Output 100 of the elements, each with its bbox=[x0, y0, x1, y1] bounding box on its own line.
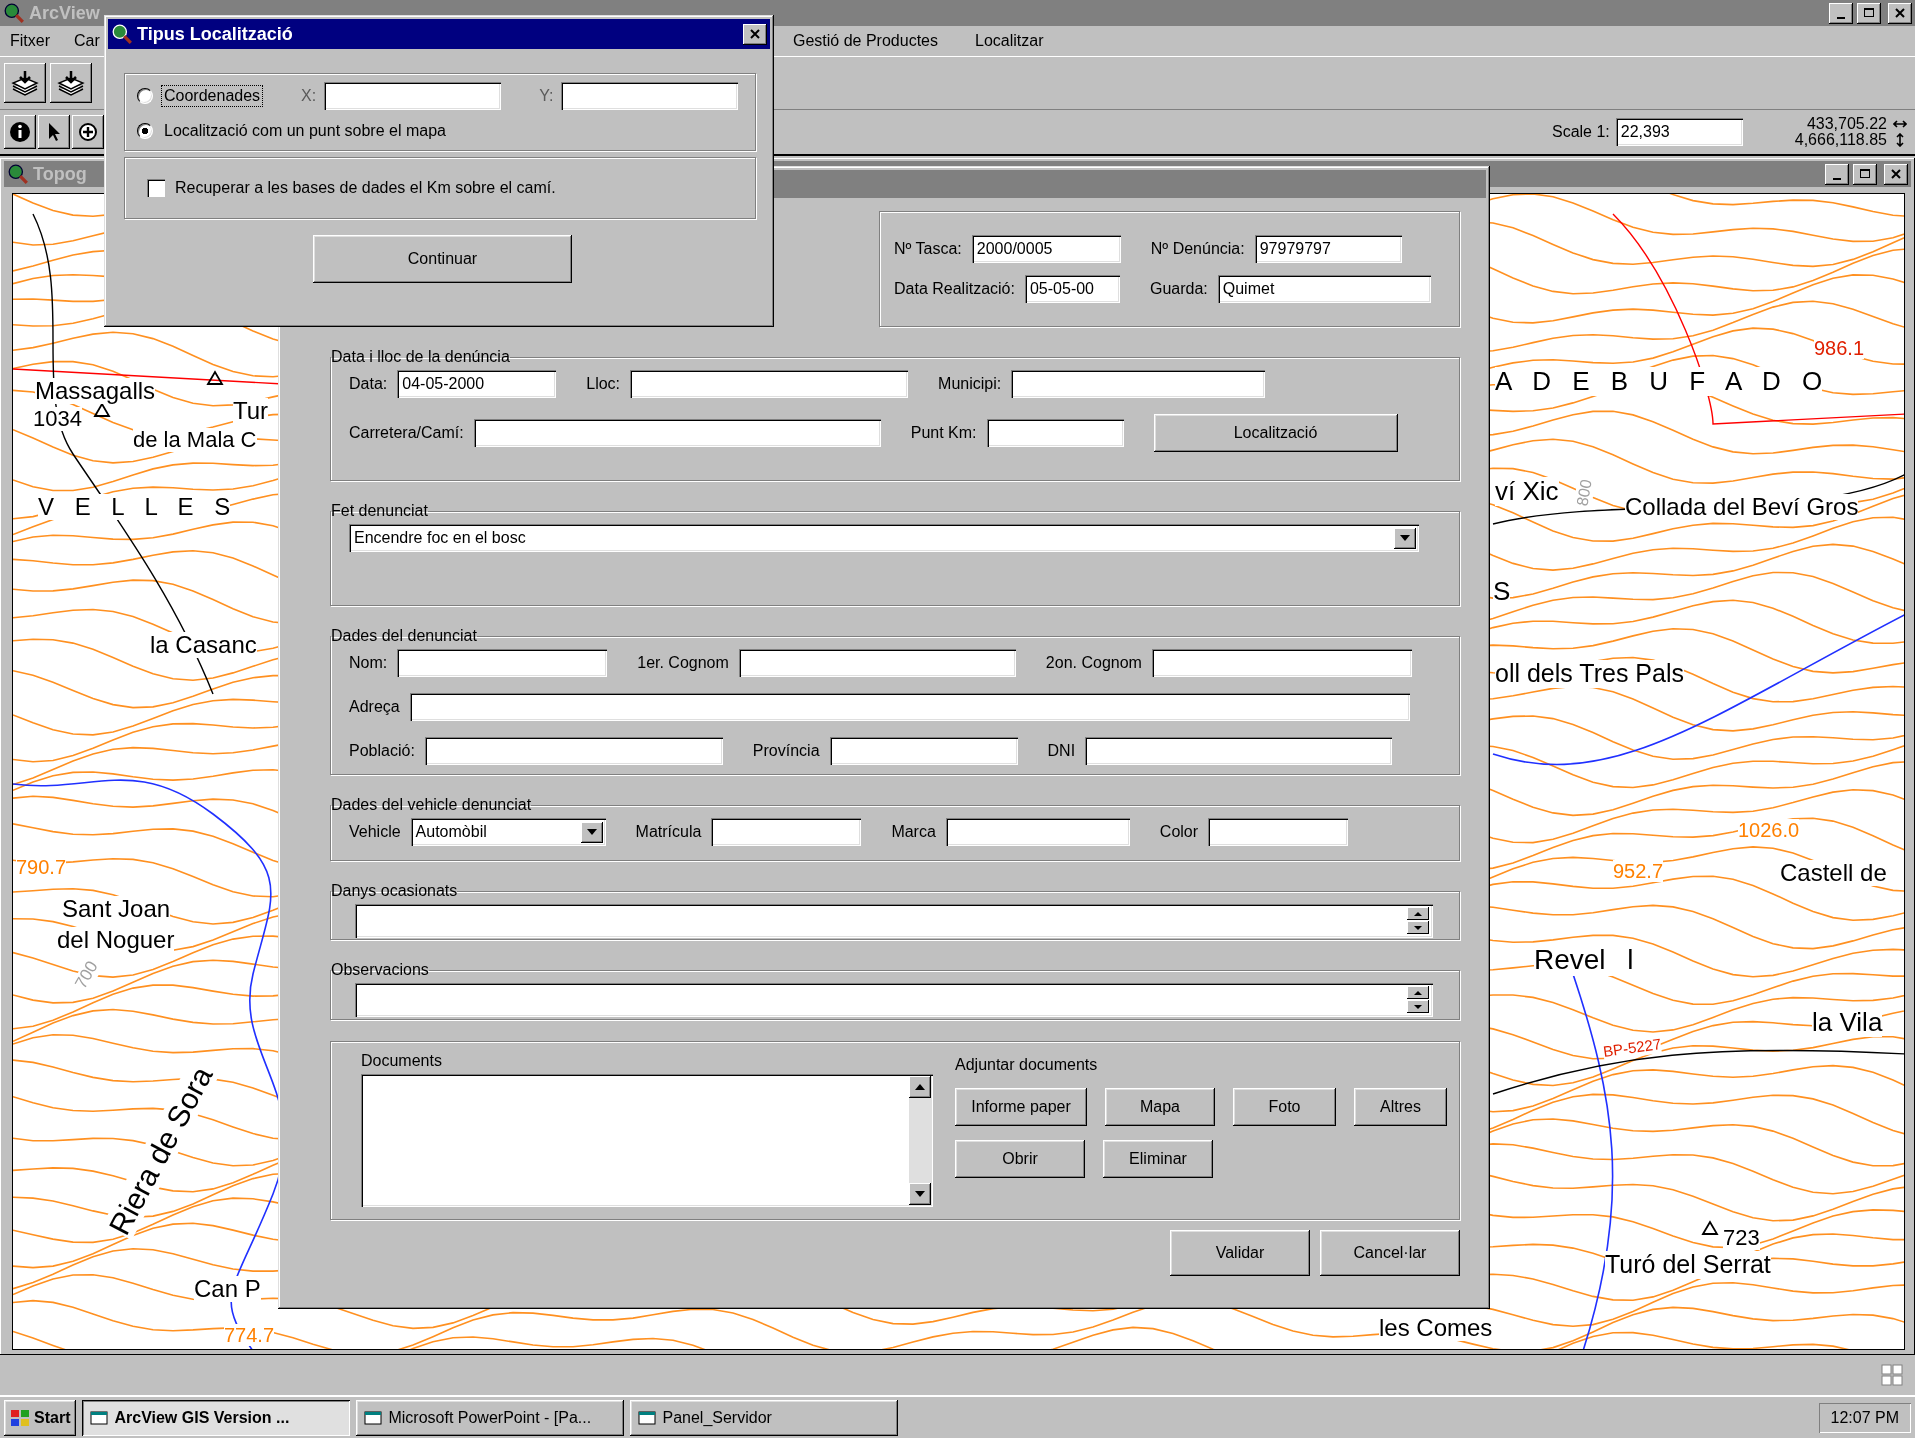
field-label: X: bbox=[301, 87, 317, 105]
text-field[interactable]: 2000/0005 bbox=[971, 235, 1121, 263]
button[interactable]: Eliminar bbox=[1103, 1140, 1213, 1178]
windows-flag-icon bbox=[10, 1408, 30, 1427]
field-label: Lloc: bbox=[586, 375, 621, 393]
map-label: la Casanc bbox=[150, 632, 257, 659]
text-field[interactable] bbox=[561, 82, 739, 110]
text-area[interactable] bbox=[355, 983, 1433, 1017]
map-label: Tur bbox=[233, 398, 269, 425]
dropdown[interactable]: Automòbil bbox=[410, 818, 606, 846]
text-field[interactable]: 04-05-2000 bbox=[397, 370, 557, 398]
text-field[interactable]: 05-05-00 bbox=[1024, 275, 1120, 303]
scrollbar[interactable] bbox=[909, 1076, 931, 1205]
radio-button[interactable] bbox=[137, 123, 153, 139]
document-list[interactable] bbox=[361, 1074, 933, 1207]
close-button[interactable] bbox=[743, 23, 767, 45]
scale-field[interactable]: 22,393 bbox=[1615, 118, 1743, 146]
text-field[interactable] bbox=[1011, 370, 1266, 398]
tool-button[interactable] bbox=[50, 63, 92, 103]
window-title: Tipus Localització bbox=[137, 23, 293, 45]
button[interactable]: Mapa bbox=[1105, 1088, 1215, 1126]
text-field[interactable] bbox=[1085, 737, 1393, 765]
button[interactable]: Altres bbox=[1354, 1088, 1447, 1126]
scroll-down-icon bbox=[909, 1183, 931, 1205]
group-title: Data i lloc de la denúncia bbox=[331, 348, 510, 366]
taskbar-button[interactable]: Panel_Servidor bbox=[630, 1399, 899, 1436]
text-field[interactable] bbox=[324, 82, 502, 110]
field-label: Adreça bbox=[349, 698, 400, 716]
spin-up-icon bbox=[1407, 986, 1429, 999]
button[interactable]: Informe paper bbox=[955, 1088, 1087, 1126]
list-label: Documents bbox=[361, 1052, 443, 1070]
menu-item[interactable]: Localitzar bbox=[975, 32, 1044, 50]
field-label: Data: bbox=[349, 375, 388, 393]
button[interactable]: Validar bbox=[1170, 1230, 1310, 1276]
field-label: Municipi: bbox=[938, 375, 1002, 393]
globe-magnifier-icon bbox=[3, 2, 25, 24]
map-label: 1034 bbox=[33, 407, 82, 432]
field-label: Matrícula bbox=[635, 823, 702, 841]
button[interactable]: Localització bbox=[1153, 414, 1398, 452]
y-coordinate: 4,666,118.85 bbox=[1794, 132, 1887, 148]
tool-button[interactable] bbox=[4, 115, 36, 149]
taskbar-button[interactable]: Microsoft PowerPoint - [Pa... bbox=[356, 1399, 625, 1436]
zoom-in-icon bbox=[76, 120, 100, 144]
menu-item[interactable]: Gestió de Productes bbox=[793, 32, 938, 50]
spin-down-icon bbox=[1407, 921, 1429, 934]
text-field[interactable] bbox=[738, 649, 1016, 677]
text-field[interactable]: Quimet bbox=[1217, 275, 1431, 303]
text-field[interactable] bbox=[711, 818, 862, 846]
text-area[interactable] bbox=[355, 904, 1433, 938]
button[interactable]: Obrir bbox=[955, 1140, 1085, 1178]
tool-button[interactable] bbox=[4, 63, 46, 103]
text-field[interactable] bbox=[829, 737, 1018, 765]
text-field[interactable] bbox=[986, 419, 1124, 447]
start-button[interactable]: Start bbox=[4, 1399, 77, 1436]
map-label: Can P bbox=[194, 1276, 261, 1303]
text-field[interactable] bbox=[945, 818, 1130, 846]
radio-label[interactable]: Coordenades bbox=[161, 85, 264, 107]
map-label: Castell de bbox=[1780, 860, 1887, 887]
group-title: Fet denunciat bbox=[331, 502, 428, 520]
maximize-icon bbox=[1859, 168, 1871, 180]
layers-down-arrow-icon bbox=[56, 70, 86, 96]
map-label: A D E B U F A D O bbox=[1495, 367, 1823, 396]
maximize-icon bbox=[1863, 7, 1875, 19]
menu-item[interactable]: Car bbox=[74, 32, 100, 50]
window-icon bbox=[638, 1408, 657, 1427]
button[interactable]: Foto bbox=[1233, 1088, 1336, 1126]
map-label: Turó del Serrat bbox=[1605, 1251, 1771, 1279]
text-field[interactable] bbox=[409, 693, 1410, 721]
group-title: Danys ocasionats bbox=[331, 882, 458, 900]
close-icon bbox=[1890, 168, 1902, 180]
vertical-arrow-icon bbox=[1893, 133, 1907, 147]
tool-button[interactable] bbox=[38, 115, 70, 149]
text-field[interactable] bbox=[630, 370, 909, 398]
radio-label[interactable]: Localització com un punt sobre el mapa bbox=[161, 120, 449, 142]
map-label: 986.1 bbox=[1814, 337, 1865, 359]
field-label: Nº Denúncia: bbox=[1150, 240, 1245, 258]
button[interactable]: Continuar bbox=[313, 235, 572, 283]
field-label: 2on. Cognom bbox=[1045, 654, 1142, 672]
field-label: Guarda: bbox=[1149, 280, 1208, 298]
text-field[interactable] bbox=[1151, 649, 1412, 677]
scale-label: Scale 1: bbox=[1551, 123, 1610, 141]
text-field[interactable] bbox=[1208, 818, 1349, 846]
taskbar-button[interactable]: ArcView GIS Version ... bbox=[82, 1399, 351, 1436]
tool-button[interactable] bbox=[72, 115, 104, 149]
radio-button[interactable] bbox=[137, 88, 153, 104]
button[interactable]: Cancel·lar bbox=[1320, 1230, 1460, 1276]
spin-up-icon bbox=[1407, 907, 1429, 920]
text-field[interactable] bbox=[397, 649, 608, 677]
dropdown[interactable]: Encendre foc en el bosc bbox=[349, 524, 1419, 552]
spin-down-icon bbox=[1407, 1000, 1429, 1013]
info-icon bbox=[8, 120, 32, 144]
menu-item[interactable]: Fitxer bbox=[10, 32, 50, 50]
minimize-icon bbox=[1833, 177, 1841, 180]
field-label: Carretera/Camí: bbox=[349, 424, 464, 442]
text-field[interactable] bbox=[424, 737, 723, 765]
map-label: Massagalls bbox=[35, 378, 156, 405]
map-label: oll dels Tres Pals bbox=[1495, 660, 1684, 688]
text-field[interactable] bbox=[473, 419, 881, 447]
checkbox[interactable] bbox=[147, 179, 165, 197]
text-field[interactable]: 97979797 bbox=[1254, 235, 1402, 263]
